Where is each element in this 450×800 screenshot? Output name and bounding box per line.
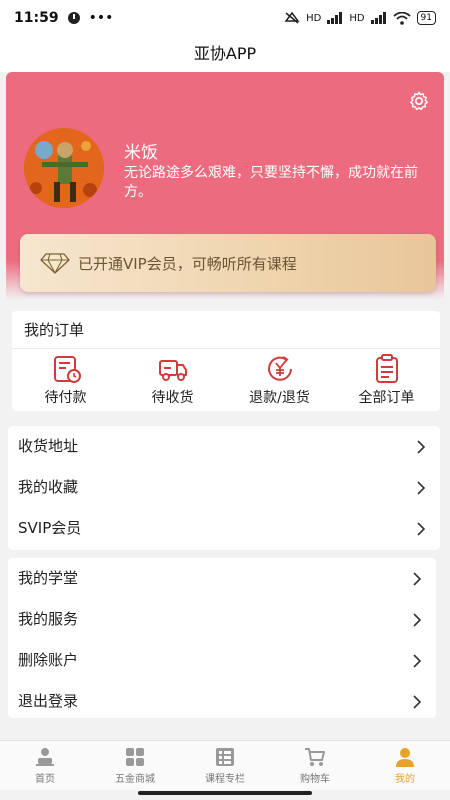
- home-person-icon: [36, 748, 54, 766]
- more-icon: •••: [88, 10, 114, 26]
- list-icon: [216, 748, 234, 766]
- status-time: 11:59: [14, 10, 59, 26]
- menu-item-services[interactable]: 我的服务: [8, 599, 436, 640]
- menu-item-label: 收货地址: [18, 437, 79, 455]
- menu-item-label: 我的服务: [18, 610, 79, 628]
- menu-item-delete-account[interactable]: 删除账户: [8, 640, 436, 681]
- user-motto: 无论路途多么艰难，只要坚持不懈，成功就在前方。: [124, 165, 418, 200]
- username: 米饭: [124, 143, 158, 163]
- network-hd-label-2: HD: [349, 12, 365, 24]
- menu-item-svip[interactable]: SVIP会员: [8, 508, 440, 549]
- vip-status-card[interactable]: 已开通VIP会员，可畅听所有课程: [20, 234, 436, 292]
- menu-item-academy[interactable]: 我的学堂: [8, 558, 436, 599]
- menu-group-1: 收货地址 我的收藏 SVIP会员: [8, 426, 440, 550]
- tab-home[interactable]: 首页: [0, 741, 90, 790]
- chevron-right-icon: [417, 522, 426, 536]
- menu-item-label: 我的学堂: [18, 569, 79, 587]
- my-orders-title[interactable]: 我的订单: [12, 311, 440, 349]
- home-indicator: [138, 791, 312, 795]
- menu-item-logout[interactable]: 退出登录: [8, 681, 436, 722]
- chevron-right-icon: [417, 440, 426, 454]
- page-title: 亚协APP: [0, 36, 450, 72]
- menu-group-2: 我的学堂 我的服务 删除账户 退出登录: [8, 558, 436, 718]
- order-pending-receipt-label: 待收货: [151, 390, 194, 406]
- menu-item-address[interactable]: 收货地址: [8, 426, 440, 467]
- refund-icon: [267, 356, 292, 381]
- vip-status-text: 已开通VIP会员，可畅听所有课程: [78, 254, 297, 273]
- chevron-right-icon: [413, 695, 422, 709]
- menu-item-label: 退出登录: [18, 692, 79, 710]
- tab-courses-label: 课程专栏: [205, 774, 245, 785]
- profile-icon: [396, 748, 414, 767]
- signal-icon-2: [370, 12, 386, 24]
- chevron-right-icon: [413, 572, 422, 586]
- status-bar: 11:59 ••• HD HD 91: [0, 0, 450, 36]
- tab-hardware-mall[interactable]: 五金商城: [90, 741, 180, 790]
- chevron-right-icon: [417, 481, 426, 495]
- order-pending-payment-label: 待付款: [44, 390, 87, 406]
- settings-gear-icon[interactable]: [408, 90, 430, 112]
- tab-courses[interactable]: 课程专栏: [180, 741, 270, 790]
- order-pending-receipt[interactable]: 待收货: [119, 349, 226, 411]
- network-hd-label-1: HD: [306, 12, 322, 24]
- tab-cart-label: 购物车: [300, 774, 330, 785]
- menu-item-label: 我的收藏: [18, 478, 79, 496]
- tab-mine-label: 我的: [395, 774, 415, 785]
- bottom-tab-bar: 首页 五金商城 课程专栏 购物车 我的: [0, 740, 450, 790]
- mute-icon: [284, 11, 300, 24]
- wifi-icon: [392, 11, 411, 25]
- chevron-right-icon: [413, 613, 422, 627]
- pending-payment-icon: [53, 356, 81, 383]
- tab-cart[interactable]: 购物车: [270, 741, 360, 790]
- diamond-icon: [40, 253, 70, 274]
- my-orders-card: 我的订单 待付款 待收货 退款/退货 全部订单: [12, 311, 440, 411]
- orders-row: 待付款 待收货 退款/退货 全部订单: [12, 349, 440, 411]
- avatar-image: [24, 128, 104, 208]
- clipboard-icon: [375, 354, 398, 383]
- menu-item-favorites[interactable]: 我的收藏: [8, 467, 440, 508]
- notification-icon: [67, 12, 80, 24]
- menu-item-label: SVIP会员: [18, 519, 82, 537]
- battery-indicator: 91: [416, 11, 436, 25]
- tab-home-label: 首页: [35, 774, 55, 785]
- cart-icon: [305, 748, 325, 766]
- order-refund[interactable]: 退款/退货: [226, 349, 333, 411]
- chevron-right-icon: [413, 654, 422, 668]
- order-refund-label: 退款/退货: [249, 390, 310, 406]
- menu-item-label: 删除账户: [18, 651, 79, 669]
- order-all-label: 全部订单: [358, 390, 415, 406]
- tab-hardware-mall-label: 五金商城: [115, 774, 155, 785]
- avatar[interactable]: [24, 128, 104, 208]
- order-all[interactable]: 全部订单: [333, 349, 440, 411]
- tab-mine[interactable]: 我的: [360, 741, 450, 790]
- grid-icon: [126, 748, 144, 766]
- truck-icon: [158, 360, 187, 381]
- order-pending-payment[interactable]: 待付款: [12, 349, 119, 411]
- signal-icon: [327, 12, 343, 24]
